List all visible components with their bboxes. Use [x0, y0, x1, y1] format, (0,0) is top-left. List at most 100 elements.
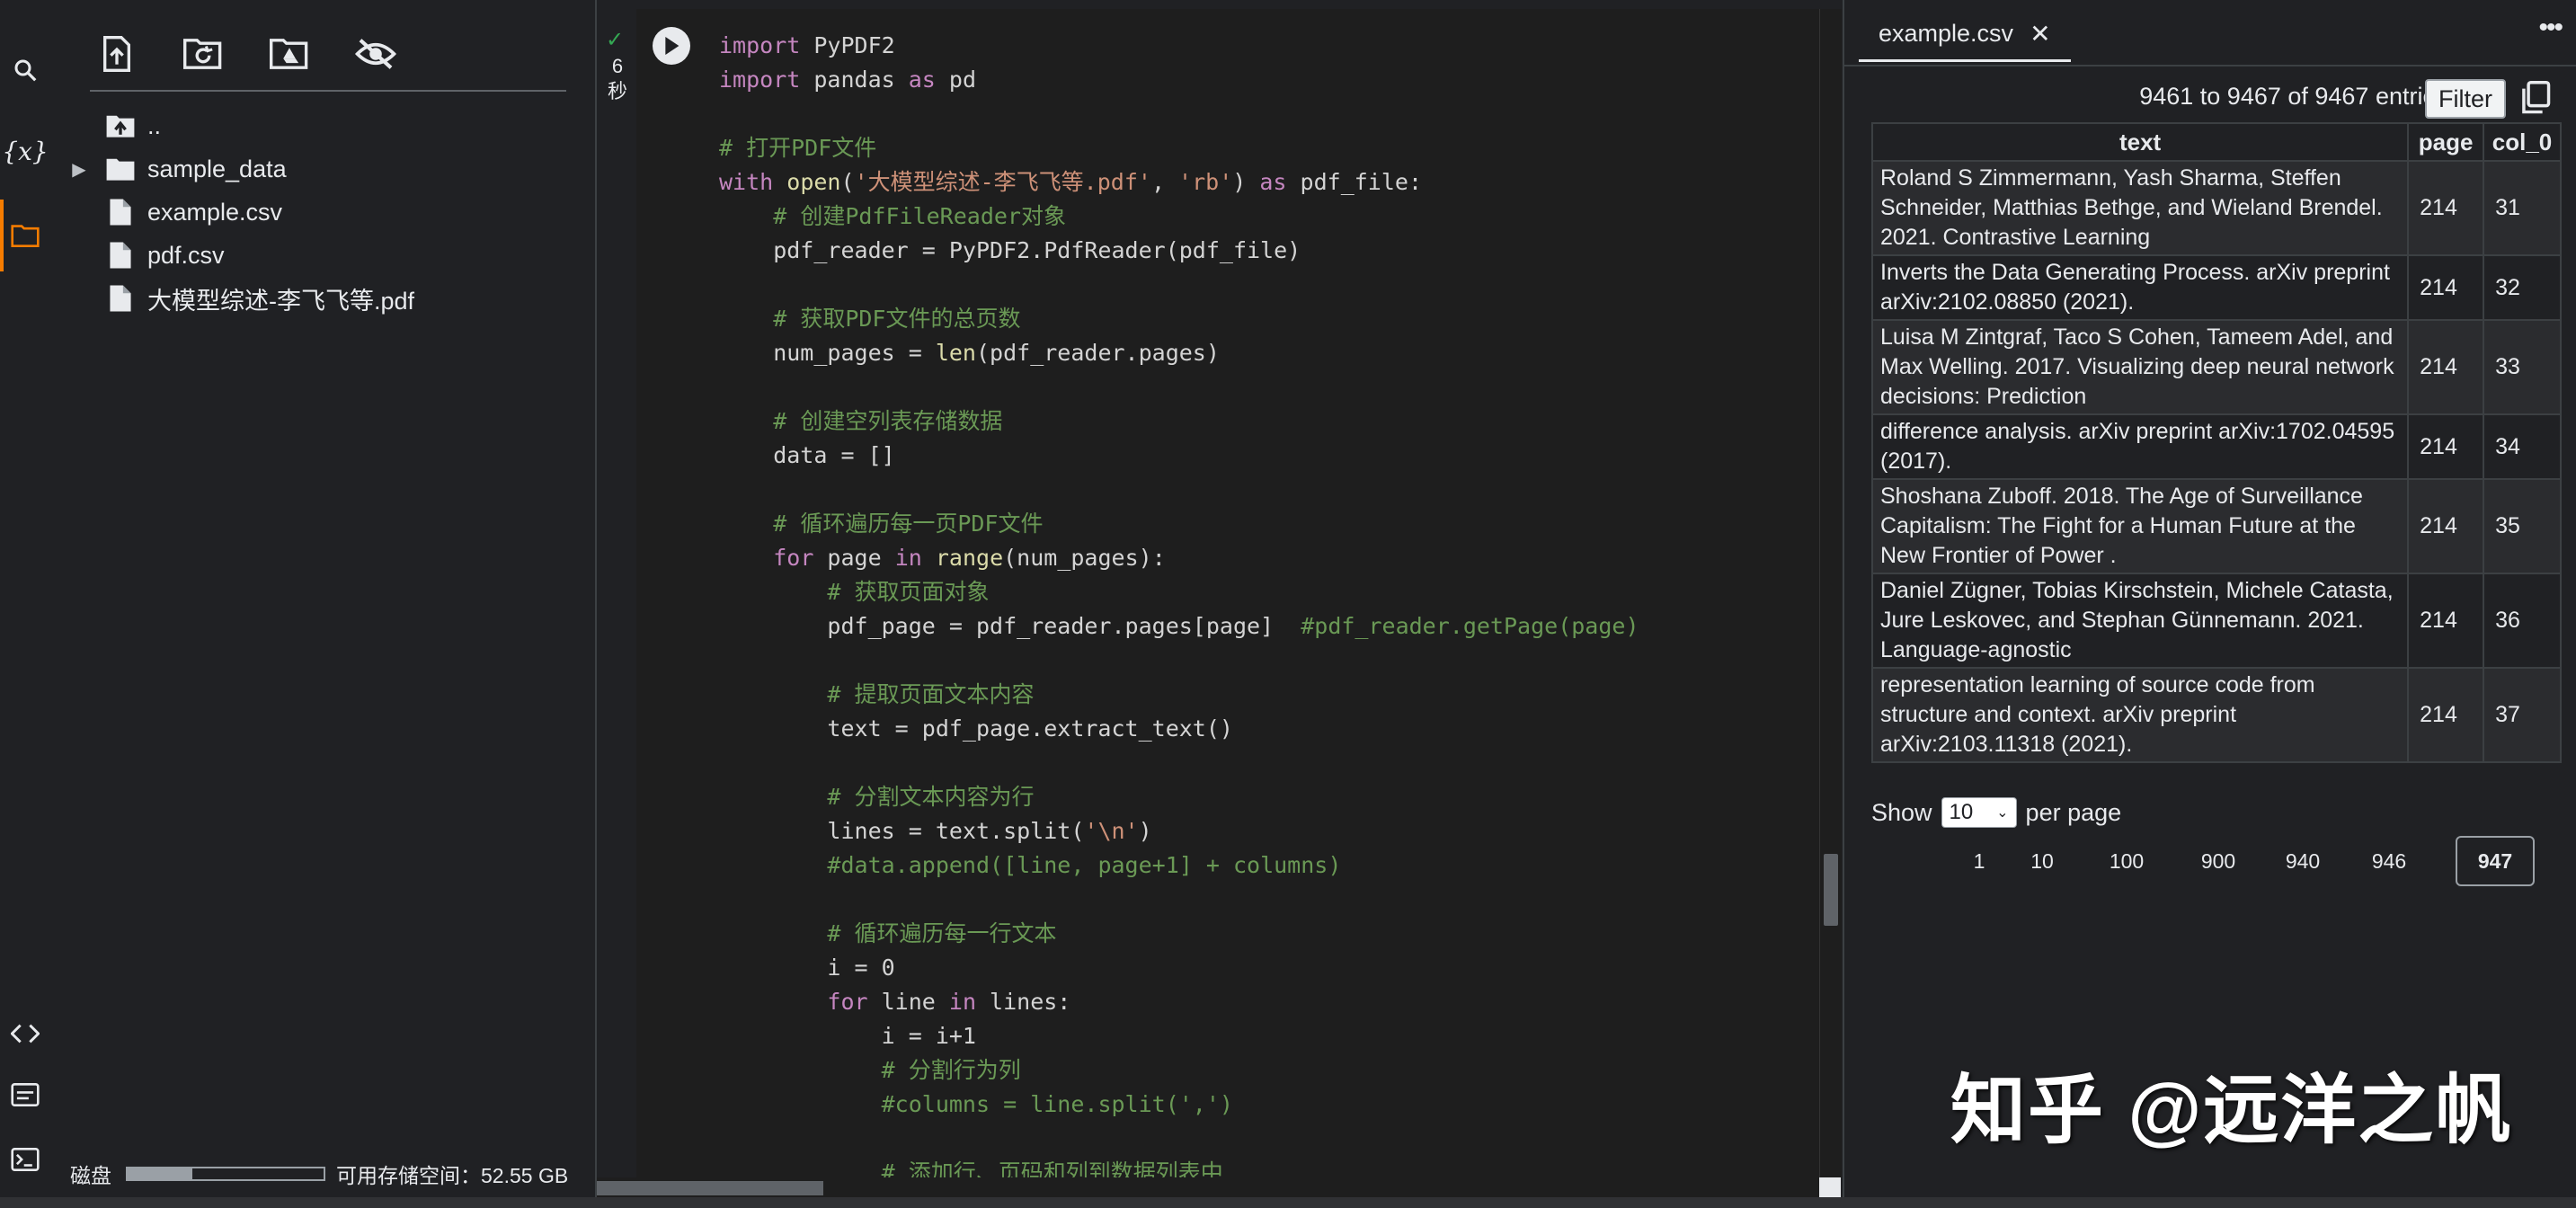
table-row: Inverts the Data Generating Process. arX… — [1870, 254, 2562, 321]
table-row: Shoshana Zuboff. 2018. The Age of Survei… — [1870, 478, 2562, 574]
table-cell-text: Roland S Zimmermann, Yash Sharma, Steffe… — [1870, 160, 2410, 256]
file-tree-item-sample-data[interactable]: ▶ sample_data — [50, 147, 590, 191]
toolbar-divider — [90, 90, 566, 92]
csv-viewer-panel: example.csv ✕ ••• 9461 to 9467 of 9467 e… — [1843, 0, 2576, 1208]
copy-icon[interactable] — [2518, 81, 2554, 117]
table-cell-col-0: 36 — [2483, 573, 2562, 669]
file-tree-item-parent[interactable]: .. — [50, 104, 590, 147]
file-tree-label: 大模型综述-李飞飞等.pdf — [147, 287, 415, 315]
file-tree-item-example-csv[interactable]: example.csv — [50, 191, 590, 234]
per-page-select[interactable]: 10 ⌄ — [1941, 797, 2017, 828]
page-link[interactable]: 100 — [2089, 836, 2164, 886]
table-cell-col-0: 37 — [2483, 667, 2562, 763]
file-tree-item-pdf-csv[interactable]: pdf.csv — [50, 234, 590, 277]
duration-value: 6 — [611, 55, 624, 77]
status-strip — [0, 1197, 2576, 1208]
table-cell-page: 214 — [2407, 667, 2485, 763]
expand-arrow-icon[interactable]: ▶ — [70, 158, 88, 181]
file-tree-label: sample_data — [147, 155, 287, 182]
csv-table: text page col_0 Roland S Zimmermann, Yas… — [1870, 122, 2562, 763]
table-cell-text: Inverts the Data Generating Process. arX… — [1870, 254, 2410, 321]
vertical-scrollbar[interactable] — [1819, 9, 1842, 1177]
table-cell-col-0: 34 — [2483, 413, 2562, 480]
mount-drive-icon[interactable] — [262, 27, 316, 81]
table-cell-col-0: 31 — [2483, 160, 2562, 256]
tab-example-csv[interactable]: example.csv ✕ — [1859, 7, 2071, 62]
file-icon — [104, 196, 137, 228]
table-cell-text: difference analysis. arXiv preprint arXi… — [1870, 413, 2410, 480]
file-icon — [104, 282, 137, 315]
disk-usage-bar — [126, 1167, 325, 1181]
cell-gutter: ✓ 6 秒 — [597, 0, 636, 1177]
scrollbar-thumb[interactable] — [1824, 854, 1838, 926]
file-tree-item-pdf[interactable]: 大模型综述-李飞飞等.pdf — [50, 277, 590, 320]
folder-icon[interactable] — [0, 210, 50, 261]
code-cell[interactable]: import PyPDF2 import pandas as pd # 打开PD… — [636, 9, 1819, 1177]
upload-file-icon[interactable] — [90, 27, 144, 81]
page-link[interactable]: 1 — [1952, 836, 2006, 886]
tab-title: example.csv — [1879, 19, 2014, 47]
refresh-icon[interactable] — [176, 27, 230, 81]
variables-icon[interactable]: {x} — [0, 126, 50, 176]
column-header[interactable]: page — [2407, 122, 2485, 162]
check-icon: ✓ — [606, 28, 625, 52]
file-browser-panel: .. ▶ sample_data example.csv pdf.csv 大模型… — [50, 0, 597, 1208]
table-cell-col-0: 35 — [2483, 478, 2562, 574]
table-cell-page: 214 — [2407, 478, 2485, 574]
file-tree: .. ▶ sample_data example.csv pdf.csv 大模型… — [50, 104, 590, 320]
entries-count: 9461 to 9467 of 9467 entries — [2139, 83, 2448, 110]
file-tree-label: example.csv — [147, 198, 283, 226]
column-header[interactable]: col_0 — [2483, 122, 2562, 162]
duration-unit: 秒 — [607, 80, 627, 102]
disk-usage-fill — [128, 1168, 192, 1179]
table-cell-text: representation learning of source code f… — [1870, 667, 2410, 763]
run-cell-button[interactable] — [653, 27, 690, 65]
parent-folder-icon — [104, 110, 137, 142]
close-icon[interactable]: ✕ — [2030, 19, 2050, 49]
table-cell-text: Daniel Zügner, Tobias Kirschstein, Miche… — [1870, 573, 2410, 669]
page-link[interactable]: 10 — [2010, 836, 2074, 886]
table-cell-text: Luisa M Zintgraf, Taco S Cohen, Tameem A… — [1870, 319, 2410, 415]
table-cell-page: 214 — [2407, 319, 2485, 415]
table-cell-col-0: 32 — [2483, 254, 2562, 321]
per-page-label: per page — [2025, 798, 2122, 826]
page-link[interactable]: 900 — [2181, 836, 2256, 886]
file-toolbar — [90, 27, 403, 81]
table-row: representation learning of source code f… — [1870, 667, 2562, 763]
terminal-icon[interactable] — [0, 1134, 50, 1185]
file-tree-label: pdf.csv — [147, 241, 225, 269]
filter-button[interactable]: Filter — [2425, 79, 2506, 119]
table-cell-page: 214 — [2407, 573, 2485, 669]
code-snippets-icon[interactable] — [0, 1008, 50, 1059]
table-cell-page: 214 — [2407, 413, 2485, 480]
activity-rail: {x} — [0, 0, 51, 1208]
hide-files-icon[interactable] — [349, 27, 403, 81]
scrollbar-thumb[interactable] — [597, 1181, 823, 1195]
table-row: Roland S Zimmermann, Yash Sharma, Steffe… — [1870, 160, 2562, 256]
per-page-value: 10 — [1949, 800, 1974, 824]
page-link[interactable]: 946 — [2351, 836, 2427, 886]
chevron-down-icon: ⌄ — [1996, 805, 2009, 821]
column-header[interactable]: text — [1870, 122, 2410, 162]
execution-duration: 6 秒 — [606, 54, 629, 104]
more-options-icon[interactable]: ••• — [2538, 13, 2563, 43]
code-editor[interactable]: import PyPDF2 import pandas as pd # 打开PD… — [719, 29, 1639, 1177]
table-cell-page: 214 — [2407, 254, 2485, 321]
table-row: Daniel Zügner, Tobias Kirschstein, Miche… — [1870, 573, 2562, 669]
table-cell-text: Shoshana Zuboff. 2018. The Age of Survei… — [1870, 478, 2410, 574]
page-link[interactable]: 940 — [2265, 836, 2341, 886]
show-label: Show — [1871, 798, 1932, 826]
page-link[interactable]: 947 — [2456, 836, 2535, 886]
table-row: difference analysis. arXiv preprint arXi… — [1870, 413, 2562, 480]
disk-label: 磁盘 — [70, 1164, 111, 1187]
table-cell-page: 214 — [2407, 160, 2485, 256]
watermark: 知乎 @远洋之帆 — [1950, 1068, 2513, 1152]
search-icon[interactable] — [0, 45, 50, 95]
command-palette-icon[interactable] — [0, 1070, 50, 1120]
file-tree-label: .. — [147, 111, 162, 139]
play-icon — [665, 37, 680, 55]
horizontal-scrollbar[interactable] — [597, 1177, 1841, 1197]
scrollbar-corner — [1819, 1177, 1841, 1197]
storage-available-text: 可用存储空间：52.55 GB — [336, 1164, 569, 1187]
tab-divider — [1844, 65, 2576, 67]
